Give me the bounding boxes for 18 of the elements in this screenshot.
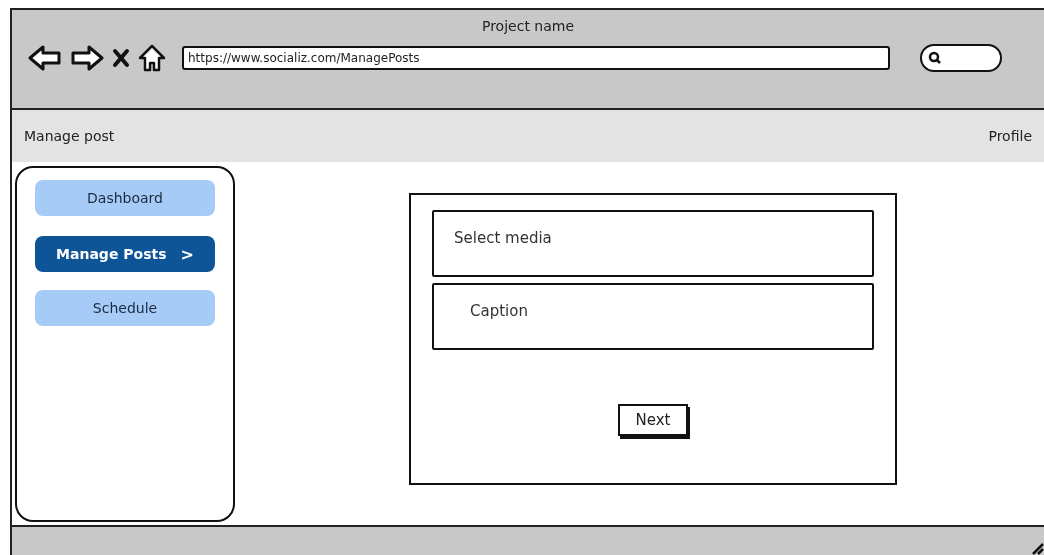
forward-arrow-icon[interactable] [70, 44, 104, 72]
search-field[interactable] [920, 44, 1002, 72]
input-field[interactable]: Select media [432, 210, 874, 277]
input-field[interactable]: Caption [432, 283, 874, 350]
sidebar-item[interactable]: Dashboard [35, 180, 215, 216]
close-icon[interactable] [112, 48, 130, 68]
resize-grip-icon[interactable] [1030, 541, 1044, 555]
profile-link[interactable]: Profile [988, 128, 1032, 144]
sidebar-item[interactable]: Schedule [35, 290, 215, 326]
next-button[interactable]: Next [618, 404, 688, 436]
sidebar-item[interactable]: Manage Posts > [35, 236, 215, 272]
window-title: Project name [481, 18, 575, 34]
home-icon[interactable] [138, 44, 166, 72]
page-title: Manage post [24, 128, 115, 144]
search-icon [928, 51, 942, 65]
back-arrow-icon[interactable] [28, 44, 62, 72]
chevron-icon: > [180, 244, 194, 264]
url-field[interactable]: https://www.socializ.com/ManagePosts [182, 46, 890, 70]
